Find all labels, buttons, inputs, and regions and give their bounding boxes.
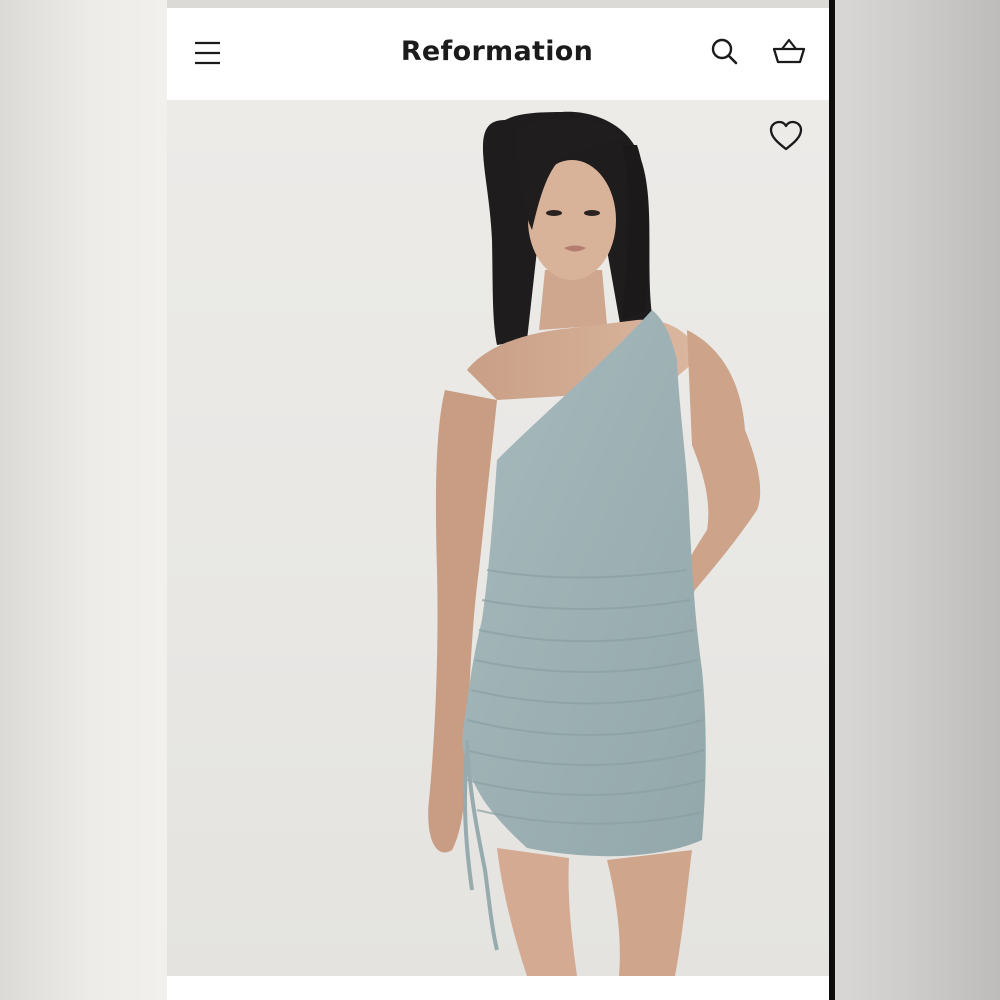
brand-logo[interactable]: Reformation — [347, 34, 647, 70]
site-header: Reformation — [167, 8, 829, 100]
heart-outline-icon[interactable] — [767, 118, 805, 154]
frame-divider — [829, 0, 835, 1000]
bottom-strip — [167, 976, 829, 1000]
background-left — [0, 0, 167, 1000]
model-photo — [428, 111, 761, 976]
product-image[interactable] — [167, 100, 829, 976]
phone-screen: Reformation — [167, 0, 829, 1000]
search-icon[interactable] — [708, 36, 742, 70]
hamburger-menu-icon[interactable] — [189, 38, 225, 70]
background-right — [835, 0, 1000, 1000]
shopping-basket-icon[interactable] — [770, 36, 808, 70]
status-strip — [167, 0, 829, 8]
